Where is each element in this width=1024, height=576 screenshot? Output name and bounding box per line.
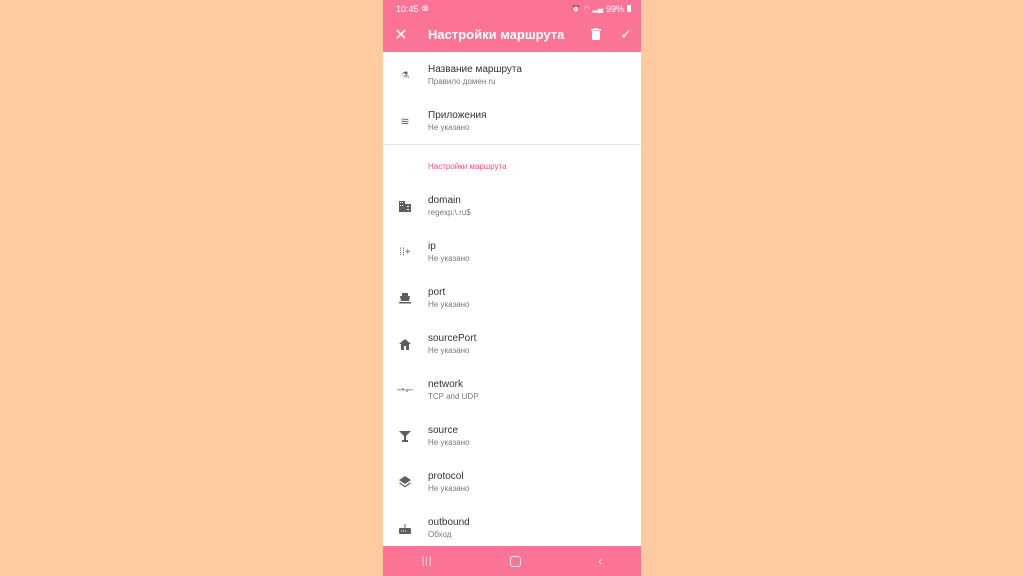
domain-icon (387, 200, 423, 212)
list-item-network[interactable]: ⇀↽ network TCP and UDP (383, 367, 641, 413)
list-item-apps[interactable]: ≊ Приложения Не указано (383, 98, 641, 144)
item-value: Правило домен ru (428, 77, 496, 86)
list-item-source[interactable]: source Не указано (383, 413, 641, 459)
port-icon (387, 292, 423, 304)
recents-button[interactable]: ||| (422, 556, 433, 567)
back-button[interactable]: ‹ (598, 554, 602, 568)
layers-icon (387, 476, 423, 488)
source-icon (387, 430, 423, 442)
page-title: Настройки маршрута (428, 27, 565, 42)
list-item-outbound[interactable]: outbound Обход (383, 505, 641, 551)
list-item-port[interactable]: port Не указано (383, 275, 641, 321)
item-value: Не указано (428, 438, 470, 447)
item-label: Название маршрута (428, 64, 522, 75)
phone-screen: 10:45 ⊗ ⏰ ◠ ▂▄ 99% ✕ Настройки маршрута … (383, 0, 641, 576)
close-icon[interactable]: ✕ (383, 25, 419, 45)
item-value: Обход (428, 530, 452, 539)
router-icon (387, 523, 423, 534)
item-label: ip (428, 241, 436, 252)
item-label: source (428, 425, 459, 436)
network-icon: ⇀↽ (396, 384, 414, 396)
blocked-icon: ⊗ (421, 3, 430, 13)
home-button[interactable] (509, 555, 521, 567)
list-item-sourceport[interactable]: sourcePort Не указано (383, 321, 641, 367)
list-item-domain[interactable]: domain regexp:\.ru$ (383, 183, 641, 229)
item-value: Не указано (428, 484, 470, 493)
item-value: TCP and UDP (428, 392, 479, 401)
app-bar: ✕ Настройки маршрута ✓ (383, 17, 641, 52)
item-value: Не указано (428, 254, 470, 263)
trash-icon[interactable] (581, 27, 611, 43)
rule-name-icon: ⚗ (400, 69, 410, 80)
section-header: Настройки маршрута (428, 161, 507, 171)
system-nav-bar: ||| ‹ (383, 546, 641, 576)
check-icon[interactable]: ✓ (611, 26, 641, 43)
item-label: sourcePort (428, 333, 477, 344)
battery-text: 99% (605, 3, 624, 14)
item-label: domain (428, 195, 461, 206)
home-icon (387, 338, 423, 350)
item-label: port (428, 287, 446, 298)
item-value: Не указано (428, 300, 470, 309)
item-value: Не указано (428, 123, 470, 132)
item-value: Не указано (428, 346, 470, 355)
status-time: 10:45 (396, 3, 419, 14)
item-value: regexp:\.ru$ (428, 208, 471, 217)
alarm-icon: ⏰ (571, 5, 581, 13)
status-bar: 10:45 ⊗ ⏰ ◠ ▂▄ 99% (383, 0, 641, 17)
battery-icon (627, 5, 631, 12)
apps-icon: ≊ (400, 115, 410, 128)
ip-icon: ⁞⁞+ (399, 246, 411, 258)
item-label: protocol (428, 471, 464, 482)
signal-icon: ▂▄ (592, 5, 603, 13)
wifi-icon: ◠ (583, 5, 590, 13)
item-label: network (428, 379, 464, 390)
item-label: outbound (428, 517, 470, 528)
item-label: Приложения (428, 110, 487, 121)
list-item-route-name[interactable]: ⚗ Название маршрута Правило домен ru (383, 52, 641, 98)
list-item-ip[interactable]: ⁞⁞+ ip Не указано (383, 229, 641, 275)
list-item-protocol[interactable]: protocol Не указано (383, 459, 641, 505)
